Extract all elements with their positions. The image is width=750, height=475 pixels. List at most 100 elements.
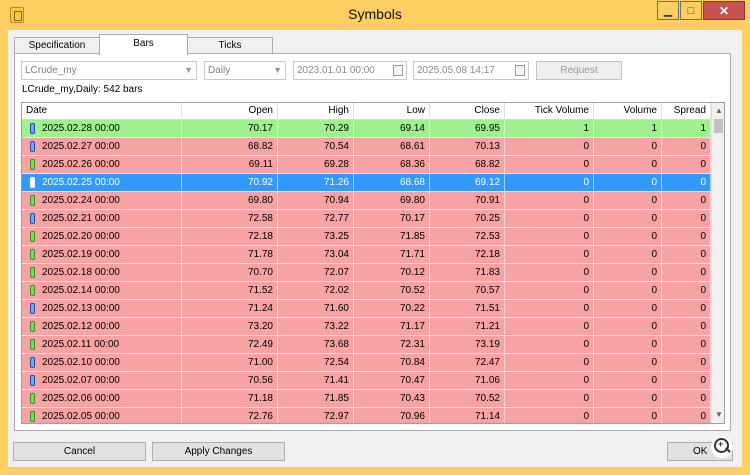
tab-bars[interactable]: Bars <box>99 34 188 55</box>
cell-spread[interactable]: 0 <box>662 318 711 335</box>
date-to-field[interactable]: 2025.05.08 14:17 <box>413 61 529 80</box>
cell-tick-volume[interactable]: 0 <box>505 372 594 389</box>
cell-spread[interactable]: 0 <box>662 210 711 227</box>
cell-high[interactable]: 73.25 <box>278 228 354 245</box>
request-button[interactable]: Request <box>536 61 622 80</box>
cell-high[interactable]: 70.29 <box>278 120 354 137</box>
cell-high[interactable]: 71.41 <box>278 372 354 389</box>
cell-tick-volume[interactable]: 0 <box>505 282 594 299</box>
cell-close[interactable]: 68.82 <box>430 156 505 173</box>
cell-tick-volume[interactable]: 0 <box>505 246 594 263</box>
cell-tick-volume[interactable]: 0 <box>505 336 594 353</box>
cell-tick-volume[interactable]: 0 <box>505 138 594 155</box>
cell-high[interactable]: 72.02 <box>278 282 354 299</box>
cell-date[interactable]: 2025.02.18 00:00 <box>22 264 182 281</box>
cell-date[interactable]: 2025.02.10 00:00 <box>22 354 182 371</box>
cell-low[interactable]: 72.31 <box>354 336 430 353</box>
cell-volume[interactable]: 0 <box>594 264 662 281</box>
cell-volume[interactable]: 0 <box>594 336 662 353</box>
cell-low[interactable]: 70.43 <box>354 390 430 407</box>
cell-open[interactable]: 73.20 <box>182 318 278 335</box>
cell-open[interactable]: 71.18 <box>182 390 278 407</box>
cell-close[interactable]: 70.57 <box>430 282 505 299</box>
cell-date[interactable]: 2025.02.06 00:00 <box>22 390 182 407</box>
cell-tick-volume[interactable]: 0 <box>505 192 594 209</box>
cell-date[interactable]: 2025.02.13 00:00 <box>22 300 182 317</box>
cell-volume[interactable]: 0 <box>594 372 662 389</box>
table-row[interactable]: 2025.02.12 00:00 73.20 73.22 71.17 71.21 0 0 0 <box>22 318 711 336</box>
cell-high[interactable]: 69.28 <box>278 156 354 173</box>
cell-date[interactable]: 2025.02.12 00:00 <box>22 318 182 335</box>
table-row[interactable]: 2025.02.13 00:00 71.24 71.60 70.22 71.51 0 0 0 <box>22 300 711 318</box>
scroll-up-icon[interactable]: ▲ <box>712 104 724 118</box>
table-row[interactable]: 2025.02.05 00:00 72.76 72.97 70.96 71.14 0 0 0 <box>22 408 711 423</box>
cell-open[interactable]: 70.56 <box>182 372 278 389</box>
cell-open[interactable]: 72.49 <box>182 336 278 353</box>
cell-spread[interactable]: 1 <box>662 120 711 137</box>
table-row[interactable]: 2025.02.18 00:00 70.70 72.07 70.12 71.83 0 0 0 <box>22 264 711 282</box>
tab-specification[interactable]: Specification <box>14 37 100 54</box>
cell-high[interactable]: 73.68 <box>278 336 354 353</box>
cell-spread[interactable]: 0 <box>662 408 711 423</box>
table-row[interactable]: 2025.02.14 00:00 71.52 72.02 70.52 70.57 0 0 0 <box>22 282 711 300</box>
cell-low[interactable]: 70.17 <box>354 210 430 227</box>
cell-close[interactable]: 72.53 <box>430 228 505 245</box>
cell-close[interactable]: 70.25 <box>430 210 505 227</box>
cell-low[interactable]: 68.61 <box>354 138 430 155</box>
vertical-scrollbar[interactable]: ▲ ▼ <box>711 103 724 423</box>
minimize-button[interactable]: ▁ <box>657 1 679 20</box>
cell-volume[interactable]: 0 <box>594 156 662 173</box>
cell-tick-volume[interactable]: 0 <box>505 390 594 407</box>
cell-spread[interactable]: 0 <box>662 156 711 173</box>
date-from-field[interactable]: 2023.01.01 00:00 <box>293 61 407 80</box>
table-row[interactable]: 2025.02.19 00:00 71.78 73.04 71.71 72.18 0 0 0 <box>22 246 711 264</box>
cell-tick-volume[interactable]: 0 <box>505 300 594 317</box>
cell-low[interactable]: 70.47 <box>354 372 430 389</box>
cell-low[interactable]: 68.36 <box>354 156 430 173</box>
table-row[interactable]: 2025.02.07 00:00 70.56 71.41 70.47 71.06 0 0 0 <box>22 372 711 390</box>
cell-spread[interactable]: 0 <box>662 264 711 281</box>
cell-open[interactable]: 69.11 <box>182 156 278 173</box>
cell-volume[interactable]: 0 <box>594 390 662 407</box>
cell-date[interactable]: 2025.02.20 00:00 <box>22 228 182 245</box>
cell-tick-volume[interactable]: 0 <box>505 156 594 173</box>
cell-open[interactable]: 72.58 <box>182 210 278 227</box>
cell-low[interactable]: 70.12 <box>354 264 430 281</box>
cell-close[interactable]: 73.19 <box>430 336 505 353</box>
column-header-close[interactable]: Close <box>430 103 505 120</box>
cell-tick-volume[interactable]: 1 <box>505 120 594 137</box>
table-row[interactable]: 2025.02.21 00:00 72.58 72.77 70.17 70.25 0 0 0 <box>22 210 711 228</box>
cell-open[interactable]: 71.78 <box>182 246 278 263</box>
cell-spread[interactable]: 0 <box>662 174 711 191</box>
cell-high[interactable]: 70.94 <box>278 192 354 209</box>
scroll-down-icon[interactable]: ▼ <box>712 408 724 422</box>
cell-volume[interactable]: 1 <box>594 120 662 137</box>
cell-volume[interactable]: 0 <box>594 300 662 317</box>
cell-high[interactable]: 72.97 <box>278 408 354 423</box>
cell-volume[interactable]: 0 <box>594 192 662 209</box>
bars-table[interactable]: Date Open High Low Close Tick Volume Volume Spr… <box>21 102 725 424</box>
cell-date[interactable]: 2025.02.25 00:00 <box>22 174 182 191</box>
timeframe-select[interactable]: Daily ▼ <box>204 61 286 80</box>
cell-open[interactable]: 70.92 <box>182 174 278 191</box>
cell-close[interactable]: 71.06 <box>430 372 505 389</box>
tab-ticks[interactable]: Ticks <box>187 37 273 54</box>
column-header-date[interactable]: Date <box>22 103 182 120</box>
cell-high[interactable]: 73.22 <box>278 318 354 335</box>
cell-spread[interactable]: 0 <box>662 138 711 155</box>
cell-volume[interactable]: 0 <box>594 138 662 155</box>
cell-close[interactable]: 70.52 <box>430 390 505 407</box>
table-row[interactable]: 2025.02.26 00:00 69.11 69.28 68.36 68.82 0 0 0 <box>22 156 711 174</box>
cell-volume[interactable]: 0 <box>594 408 662 423</box>
cell-date[interactable]: 2025.02.07 00:00 <box>22 372 182 389</box>
cell-spread[interactable]: 0 <box>662 336 711 353</box>
cell-close[interactable]: 71.51 <box>430 300 505 317</box>
column-header-tick-volume[interactable]: Tick Volume <box>505 103 594 120</box>
cell-open[interactable]: 72.76 <box>182 408 278 423</box>
cell-tick-volume[interactable]: 0 <box>505 210 594 227</box>
cell-date[interactable]: 2025.02.21 00:00 <box>22 210 182 227</box>
cell-spread[interactable]: 0 <box>662 354 711 371</box>
cell-high[interactable]: 70.54 <box>278 138 354 155</box>
table-row[interactable]: 2025.02.06 00:00 71.18 71.85 70.43 70.52 0 0 0 <box>22 390 711 408</box>
cell-tick-volume[interactable]: 0 <box>505 174 594 191</box>
